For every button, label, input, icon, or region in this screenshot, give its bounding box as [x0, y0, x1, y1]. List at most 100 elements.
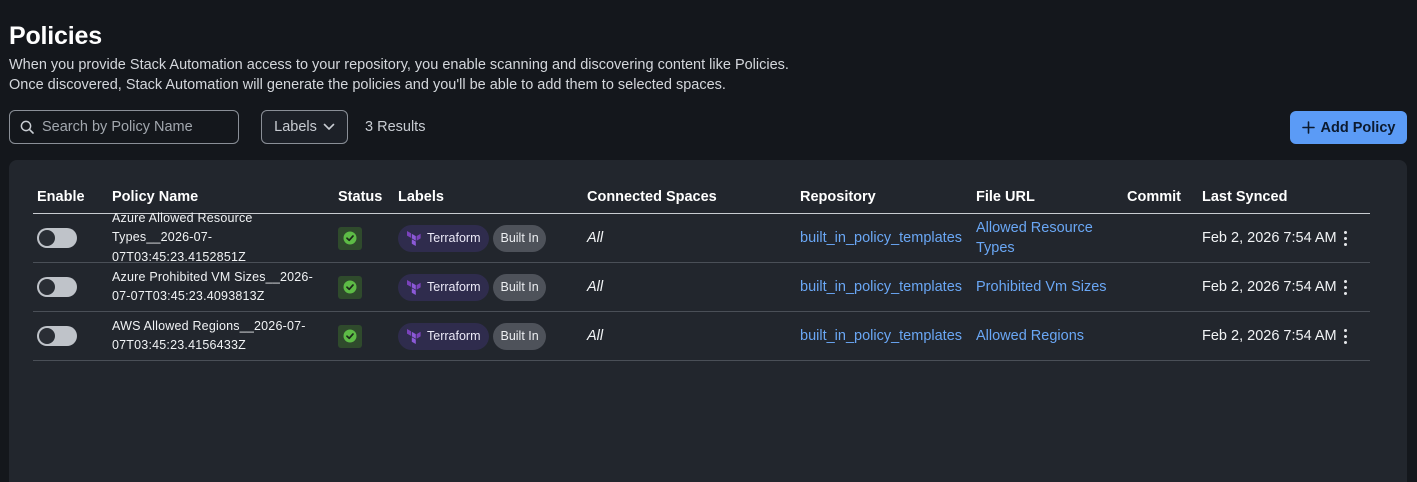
- page-description: When you provide Stack Automation access…: [9, 55, 789, 95]
- connected-spaces-cell: All: [587, 263, 603, 311]
- enable-toggle[interactable]: [37, 326, 77, 346]
- status-cell: [338, 263, 362, 311]
- results-count: 3 Results: [365, 119, 426, 135]
- column-header-file-url[interactable]: File URL: [976, 189, 1035, 205]
- file-url-link[interactable]: Prohibited Vm Sizes: [976, 277, 1107, 297]
- policy-name[interactable]: Azure Prohibited VM Sizes__2026- 07-07T03…: [112, 268, 317, 307]
- column-header-enable[interactable]: Enable: [37, 189, 85, 205]
- status-cell: [338, 312, 362, 360]
- enable-cell: [37, 263, 77, 311]
- file-url-cell: Prohibited Vm Sizes: [976, 263, 1121, 311]
- labels-cell: Terraform Built In: [398, 263, 546, 311]
- policy-name[interactable]: AWS Allowed Regions__2026-07- 07T03:45:23…: [112, 317, 317, 356]
- terraform-logo-icon: [407, 279, 421, 295]
- column-header-labels[interactable]: Labels: [398, 189, 444, 205]
- status-badge: [338, 324, 362, 348]
- file-url-line: Types: [976, 240, 1015, 256]
- add-policy-label: Add Policy: [1320, 119, 1396, 136]
- chevron-down-icon: [323, 123, 335, 130]
- kebab-menu-icon[interactable]: [1344, 279, 1348, 295]
- row-menu-cell: [1344, 214, 1348, 262]
- enable-cell: [37, 312, 77, 360]
- label-terraform-text: Terraform: [427, 280, 481, 294]
- description-line-2: Once discovered, Stack Automation will g…: [9, 77, 726, 93]
- description-line-1: When you provide Stack Automation access…: [9, 57, 789, 73]
- connected-spaces-cell: All: [587, 214, 603, 262]
- label-built-in-text: Built In: [500, 280, 539, 294]
- check-circle-icon: [343, 329, 357, 343]
- policy-name-line: 07-07T03:45:23.4093813Z: [112, 289, 265, 303]
- kebab-menu-icon[interactable]: [1344, 328, 1348, 344]
- policy-name[interactable]: Azure Allowed Resource Types__2026-07- 07T…: [112, 209, 317, 268]
- file-url-line: Allowed Resource: [976, 220, 1093, 236]
- policy-name-cell: Azure Prohibited VM Sizes__2026- 07-07T03…: [112, 263, 317, 311]
- file-url-cell: Allowed Regions: [976, 312, 1121, 360]
- column-header-last-synced[interactable]: Last Synced: [1202, 189, 1287, 205]
- file-url-line: Prohibited Vm Sizes: [976, 279, 1107, 295]
- column-header-status[interactable]: Status: [338, 189, 382, 205]
- policy-name-line: AWS Allowed Regions__2026-07-: [112, 318, 306, 333]
- label-terraform-text: Terraform: [427, 329, 481, 343]
- label-built-in-text: Built In: [500, 329, 539, 343]
- policy-name-line: Azure Allowed Resource: [112, 210, 253, 225]
- file-url-link[interactable]: Allowed Resource Types: [976, 218, 1093, 258]
- repository-link[interactable]: built_in_policy_templates: [800, 326, 962, 346]
- page-title: Policies: [9, 22, 102, 50]
- enable-toggle[interactable]: [37, 277, 77, 297]
- file-url-line: Allowed Regions: [976, 328, 1085, 344]
- column-header-commit[interactable]: Commit: [1127, 189, 1181, 205]
- repository-link[interactable]: built_in_policy_templates: [800, 277, 962, 297]
- check-circle-icon: [343, 231, 357, 245]
- last-synced-value: Feb 2, 2026 7:54 AM: [1202, 230, 1337, 246]
- status-badge: [338, 275, 362, 299]
- repository-link[interactable]: built_in_policy_templates: [800, 228, 962, 248]
- label-built-in: Built In: [493, 322, 546, 350]
- policy-name-line: 07T03:45:23.4156433Z: [112, 338, 246, 352]
- last-synced-value: Feb 2, 2026 7:54 AM: [1202, 279, 1337, 295]
- label-built-in: Built In: [493, 273, 546, 301]
- label-built-in-text: Built In: [500, 231, 539, 245]
- column-header-repository[interactable]: Repository: [800, 189, 876, 205]
- search-icon: [20, 120, 34, 134]
- policies-table-panel: Enable Policy Name Status Labels Connect…: [9, 160, 1407, 482]
- policy-name-line: Azure Prohibited VM Sizes__2026-: [112, 269, 313, 284]
- last-synced-cell: Feb 2, 2026 7:54 AM: [1202, 263, 1337, 311]
- label-built-in: Built In: [493, 224, 546, 252]
- table-row[interactable]: Azure Allowed Resource Types__2026-07- 07T…: [33, 211, 1370, 264]
- row-menu-cell: [1344, 263, 1348, 311]
- add-policy-button[interactable]: Add Policy: [1290, 111, 1407, 144]
- enable-cell: [37, 214, 77, 262]
- enable-toggle[interactable]: [37, 228, 77, 248]
- search-box[interactable]: [9, 110, 239, 144]
- policy-name-cell: AWS Allowed Regions__2026-07- 07T03:45:23…: [112, 312, 317, 360]
- search-input[interactable]: [42, 119, 222, 135]
- label-terraform: Terraform: [398, 224, 490, 252]
- connected-spaces-value: All: [587, 328, 604, 344]
- connected-spaces-value: All: [587, 279, 604, 295]
- label-terraform: Terraform: [398, 322, 490, 350]
- last-synced-cell: Feb 2, 2026 7:54 AM: [1202, 214, 1337, 262]
- row-menu-cell: [1344, 312, 1348, 360]
- table-row[interactable]: AWS Allowed Regions__2026-07- 07T03:45:23…: [33, 312, 1370, 361]
- label-terraform: Terraform: [398, 273, 490, 301]
- plus-icon: [1301, 121, 1315, 134]
- labels-filter-label: Labels: [274, 119, 317, 135]
- repository-cell: built_in_policy_templates: [800, 263, 962, 311]
- policy-name-cell: Azure Allowed Resource Types__2026-07- 07T…: [112, 211, 317, 264]
- repository-cell: built_in_policy_templates: [800, 214, 962, 262]
- terraform-logo-icon: [407, 328, 421, 344]
- labels-cell: Terraform Built In: [398, 214, 546, 262]
- label-terraform-text: Terraform: [427, 231, 481, 245]
- labels-cell: Terraform Built In: [398, 312, 546, 360]
- column-header-policy-name[interactable]: Policy Name: [112, 189, 198, 205]
- column-header-connected-spaces[interactable]: Connected Spaces: [587, 189, 717, 205]
- policy-name-line: Types__2026-07-: [112, 230, 213, 245]
- policies-page: Policies When you provide Stack Automati…: [0, 0, 1417, 482]
- repository-cell: built_in_policy_templates: [800, 312, 962, 360]
- table-row[interactable]: Azure Prohibited VM Sizes__2026- 07-07T03…: [33, 263, 1370, 312]
- connected-spaces-cell: All: [587, 312, 603, 360]
- kebab-menu-icon[interactable]: [1344, 230, 1348, 246]
- labels-filter-button[interactable]: Labels: [261, 110, 348, 144]
- status-cell: [338, 214, 362, 262]
- file-url-link[interactable]: Allowed Regions: [976, 326, 1084, 346]
